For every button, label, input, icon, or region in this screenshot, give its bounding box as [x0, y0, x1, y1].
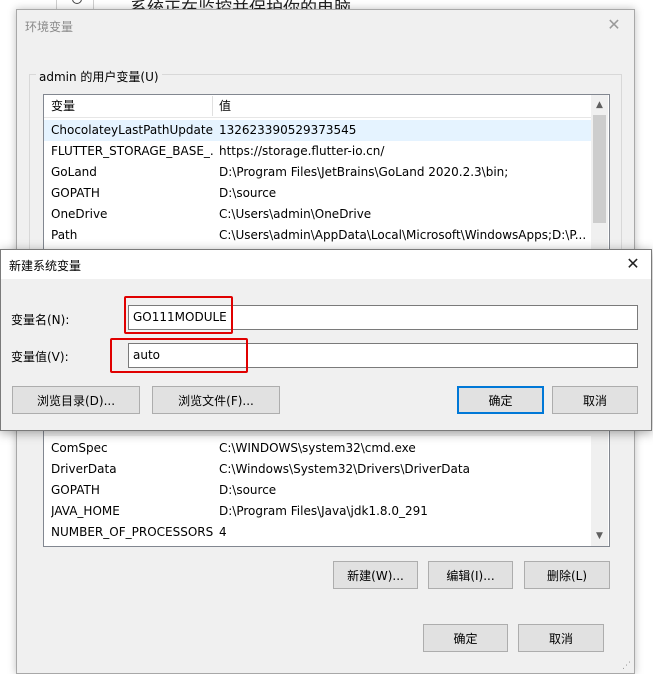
- list-header: 变量 值: [44, 95, 592, 118]
- table-row[interactable]: DriverData C:\Windows\System32\Drivers\D…: [44, 459, 592, 480]
- variable-value: C:\Users\admin\AppData\Local\Microsoft\W…: [219, 228, 587, 242]
- variable-value: D:\source: [219, 483, 277, 497]
- variable-name: OneDrive: [51, 207, 108, 221]
- new-system-variable-dialog: 新建系统变量 ✕ 变量名(N): GO111MODULE 变量值(V): aut…: [0, 249, 652, 431]
- variable-name: FLUTTER_STORAGE_BASE_...: [51, 144, 213, 158]
- cancel-button[interactable]: 取消: [552, 386, 638, 414]
- table-row[interactable]: ChocolateyLastPathUpdate 132623390529373…: [44, 120, 592, 141]
- table-row[interactable]: ComSpec C:\WINDOWS\system32\cmd.exe: [44, 438, 592, 459]
- system-edit-button[interactable]: 编辑(I)...: [428, 561, 513, 589]
- user-variables-list[interactable]: 变量 值 ChocolateyLastPathUpdate 1326233905…: [43, 94, 610, 256]
- variable-name: GOPATH: [51, 186, 100, 200]
- table-row[interactable]: JAVA_HOME D:\Program Files\Java\jdk1.8.0…: [44, 501, 592, 522]
- variable-name: ComSpec: [51, 441, 108, 455]
- scroll-up-icon[interactable]: ▲: [591, 97, 608, 114]
- variable-value: https://storage.flutter-io.cn/: [219, 144, 385, 158]
- browse-file-button[interactable]: 浏览文件(F)...: [152, 386, 280, 414]
- cancel-button[interactable]: 取消: [518, 624, 604, 652]
- table-row[interactable]: Path C:\Users\admin\AppData\Local\Micros…: [44, 225, 592, 246]
- column-header-value[interactable]: 值: [219, 95, 591, 117]
- scroll-thumb[interactable]: [593, 115, 606, 223]
- scroll-down-icon[interactable]: ▼: [591, 528, 608, 545]
- ok-button[interactable]: 确定: [423, 624, 508, 652]
- highlight-box: [124, 296, 233, 334]
- variable-value-label: 变量值(V):: [11, 350, 69, 364]
- browse-directory-button[interactable]: 浏览目录(D)...: [12, 386, 140, 414]
- variable-name: Path: [51, 228, 78, 242]
- resize-grip-icon[interactable]: ⋰: [622, 661, 632, 671]
- close-icon[interactable]: ✕: [604, 15, 624, 35]
- column-separator[interactable]: [212, 96, 213, 116]
- dialog-title: 环境变量: [25, 20, 74, 34]
- highlight-box: [110, 338, 248, 373]
- variable-value: C:\Users\admin\OneDrive: [219, 207, 372, 221]
- table-row[interactable]: GOPATH D:\source: [44, 183, 592, 204]
- variable-value: D:\Program Files\Java\jdk1.8.0_291: [219, 504, 428, 518]
- table-row[interactable]: GOPATH D:\source: [44, 480, 592, 501]
- variable-value: 4: [219, 525, 227, 539]
- system-variables-list[interactable]: ComSpec C:\WINDOWS\system32\cmd.exe Driv…: [43, 415, 610, 547]
- variable-value: C:\WINDOWS\system32\cmd.exe: [219, 441, 416, 455]
- column-header-variable[interactable]: 变量: [51, 95, 213, 117]
- variable-name: GoLand: [51, 165, 97, 179]
- table-row[interactable]: OneDrive C:\Users\admin\OneDrive: [44, 204, 592, 225]
- vertical-scrollbar[interactable]: ▼: [591, 416, 608, 546]
- system-new-button[interactable]: 新建(W)...: [333, 561, 418, 589]
- dialog-titlebar: 新建系统变量 ✕: [1, 250, 651, 279]
- variable-name: GOPATH: [51, 483, 100, 497]
- variable-name: DriverData: [51, 462, 117, 476]
- close-icon[interactable]: ✕: [623, 254, 643, 274]
- dialog-title: 新建系统变量: [9, 259, 82, 273]
- table-row[interactable]: GoLand D:\Program Files\JetBrains\GoLand…: [44, 162, 592, 183]
- table-row[interactable]: NUMBER_OF_PROCESSORS 4: [44, 522, 592, 543]
- system-delete-button[interactable]: 删除(L): [524, 561, 610, 589]
- variable-name: ChocolateyLastPathUpdate: [51, 123, 213, 137]
- user-variables-group-label: admin 的用户变量(U): [36, 68, 162, 85]
- variable-value: 132623390529373545: [219, 123, 357, 137]
- variable-value: D:\source: [219, 186, 277, 200]
- variable-name-label: 变量名(N):: [11, 313, 70, 327]
- variable-value: C:\Windows\System32\Drivers\DriverData: [219, 462, 470, 476]
- table-row[interactable]: FLUTTER_STORAGE_BASE_... https://storage…: [44, 141, 592, 162]
- variable-name: NUMBER_OF_PROCESSORS: [51, 525, 213, 539]
- variable-value: D:\Program Files\JetBrains\GoLand 2020.2…: [219, 165, 509, 179]
- variable-name: JAVA_HOME: [51, 504, 120, 518]
- vertical-scrollbar[interactable]: ▲: [591, 95, 608, 255]
- ok-button[interactable]: 确定: [457, 386, 544, 414]
